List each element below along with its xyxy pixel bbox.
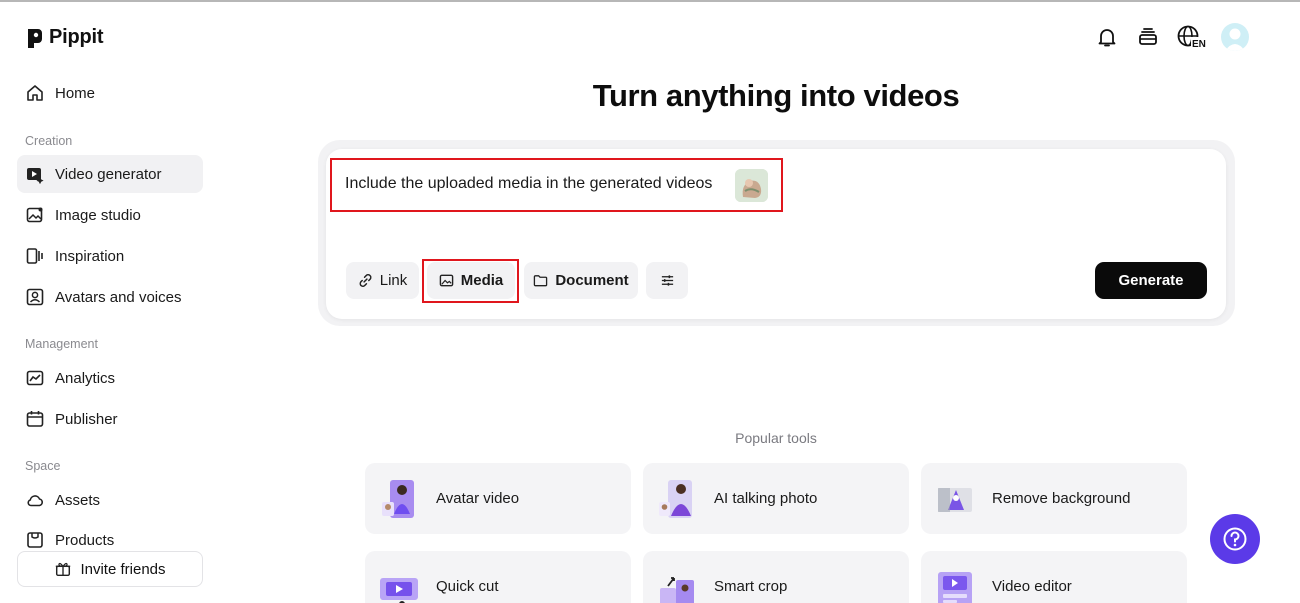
inspiration-icon (26, 248, 43, 264)
sidebar-item-label: Publisher (55, 410, 118, 428)
sidebar-item-label: Avatars and voices (55, 288, 182, 306)
image-studio-icon (26, 207, 43, 223)
tool-smart-crop[interactable]: Smart crop (643, 551, 909, 603)
analytics-icon (26, 370, 44, 386)
avatar-voice-icon (26, 288, 44, 306)
globe-icon: EN (1177, 25, 1207, 50)
sidebar-item-label: Products (55, 531, 115, 549)
tool-video-editor[interactable]: Video editor (921, 551, 1187, 603)
avatar-video-icon (378, 478, 420, 520)
sidebar-item-label: Home (55, 84, 96, 102)
sidebar-item-video-generator[interactable]: Video generator (17, 155, 203, 193)
sidebar-item-publisher[interactable]: Publisher (17, 400, 203, 438)
projects-button[interactable] (1135, 24, 1161, 50)
sidebar-item-inspiration[interactable]: Inspiration (17, 237, 203, 275)
tool-ai-talking-photo[interactable]: AI talking photo (643, 463, 909, 534)
sidebar-item-label: Assets (55, 491, 101, 509)
video-editor-icon (934, 566, 976, 603)
document-button[interactable]: Document (524, 262, 638, 299)
language-code: EN (1192, 39, 1206, 50)
invite-friends-button[interactable]: Invite friends (17, 551, 203, 587)
smart-crop-icon (656, 566, 698, 603)
sidebar-item-label: Analytics (55, 369, 116, 387)
tool-quick-cut[interactable]: Quick cut (365, 551, 631, 603)
help-button[interactable] (1210, 514, 1260, 564)
gift-icon (56, 562, 71, 577)
sliders-icon (661, 275, 673, 286)
home-icon (27, 85, 43, 101)
product-box-icon (27, 532, 43, 548)
page-title: Turn anything into videos (592, 78, 960, 113)
sidebar-item-image-studio[interactable]: Image studio (17, 196, 203, 234)
sidebar-item-assets[interactable]: Assets (17, 481, 203, 519)
avatar[interactable] (1221, 23, 1249, 51)
tool-label: Avatar video (436, 490, 520, 507)
section-label-management: Management (25, 337, 98, 351)
user-avatar-icon (1225, 28, 1245, 51)
document-button-label: Document (555, 272, 629, 289)
tool-label: Smart crop (714, 578, 788, 595)
highlight-box-media (422, 259, 519, 303)
cloud-icon (27, 495, 43, 507)
tool-label: AI talking photo (714, 490, 818, 507)
bell-icon (1098, 29, 1116, 47)
talking-photo-icon (656, 478, 698, 520)
sidebar-item-label: Image studio (55, 206, 141, 224)
section-label-space: Space (25, 459, 61, 473)
video-generator-icon (27, 168, 44, 184)
notifications-button[interactable] (1094, 24, 1120, 50)
tool-label: Quick cut (436, 578, 499, 595)
sidebar-item-analytics[interactable]: Analytics (17, 359, 203, 397)
calendar-icon (26, 411, 44, 427)
tool-remove-background[interactable]: Remove background (921, 463, 1187, 534)
language-button[interactable]: EN (1176, 24, 1208, 50)
link-button[interactable]: Link (346, 262, 419, 299)
brand-name: Pippit (49, 26, 104, 48)
settings-button[interactable] (646, 262, 688, 299)
sidebar-item-label: Inspiration (55, 247, 125, 265)
stack-icon (1139, 28, 1157, 45)
link-icon (359, 274, 372, 287)
question-mark-icon (1223, 527, 1247, 551)
generate-button[interactable]: Generate (1095, 262, 1207, 299)
tool-label: Remove background (992, 490, 1131, 507)
highlight-box-prompt (330, 158, 783, 212)
folder-icon (534, 275, 548, 287)
section-label-creation: Creation (25, 134, 73, 148)
sidebar-item-label: Video generator (55, 165, 162, 183)
link-button-label: Link (379, 272, 408, 289)
invite-friends-label: Invite friends (80, 560, 166, 578)
tool-label: Video editor (992, 578, 1072, 595)
sidebar-item-avatars-voices[interactable]: Avatars and voices (17, 278, 203, 316)
brand-logo[interactable]: Pippit (26, 26, 104, 49)
remove-background-icon (934, 478, 976, 520)
tool-avatar-video[interactable]: Avatar video (365, 463, 631, 534)
quick-cut-icon (378, 566, 420, 603)
popular-tools-heading: Popular tools (735, 430, 817, 446)
sidebar-item-home[interactable]: Home (17, 74, 203, 112)
sidebar: Pippit Home Creation Video generator Ima… (0, 0, 215, 603)
pippit-logo-icon (26, 27, 43, 49)
